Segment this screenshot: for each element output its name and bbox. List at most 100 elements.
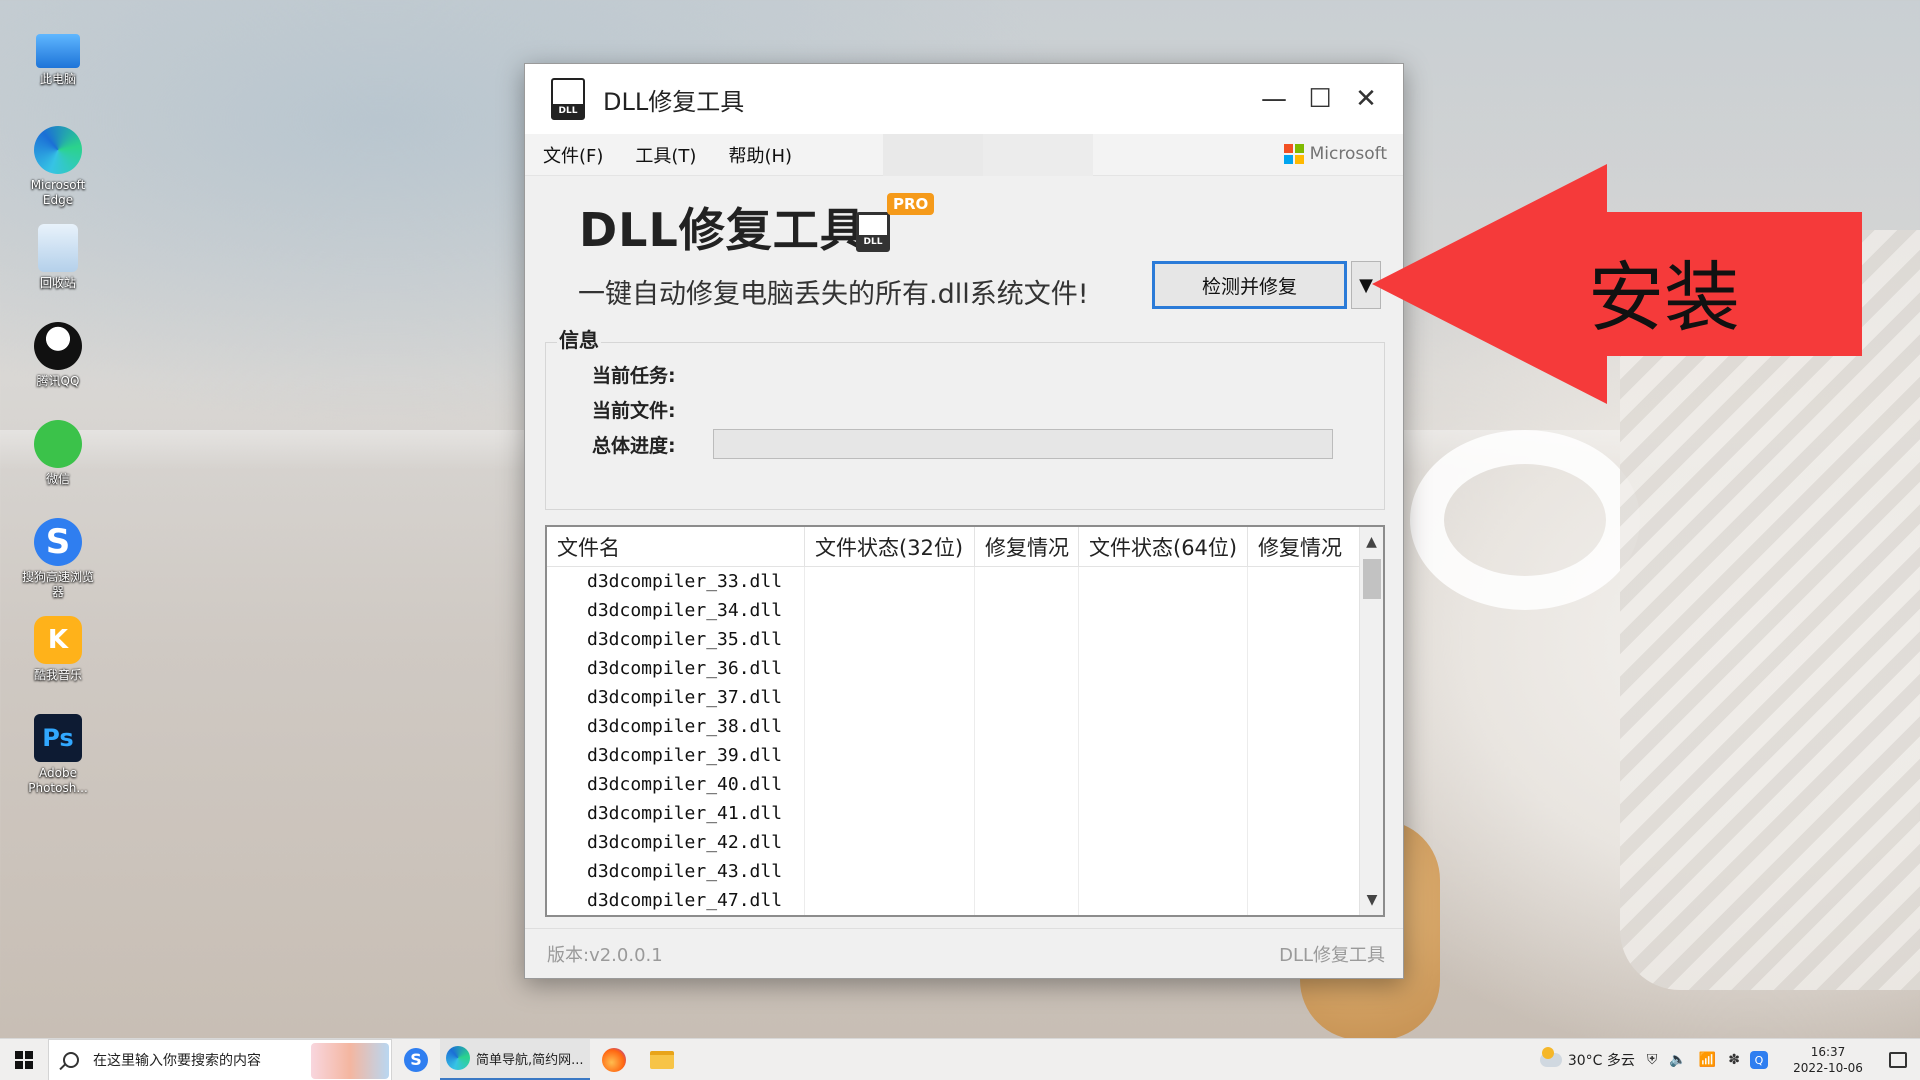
hero-icon-tag: DLL [859, 235, 887, 249]
current-file-label: 当前文件: [592, 400, 676, 422]
table-row[interactable]: d3dcompiler_43.dll [547, 857, 1361, 886]
taskbar-file-explorer[interactable] [638, 1039, 686, 1080]
table-cell [975, 799, 1079, 828]
menu-help[interactable]: 帮助(H) [728, 142, 792, 168]
security-shield-icon[interactable]: ⛨ [1647, 1052, 1658, 1068]
table-row[interactable]: d3dcompiler_35.dll [547, 625, 1361, 654]
notification-center-button[interactable] [1876, 1039, 1920, 1080]
table-row[interactable]: d3dcompiler_38.dll [547, 712, 1361, 741]
computer-icon [36, 34, 80, 68]
dll-icon-tag: DLL [553, 104, 583, 118]
taskbar: 在这里输入你要搜索的内容 S 简单导航,简约网... 30°C 多云 ⛨ 🔈 📶… [0, 1038, 1920, 1080]
weather-text[interactable]: 30°C 多云 [1568, 1050, 1635, 1070]
table-row[interactable]: d3dcompiler_47.dll [547, 886, 1361, 915]
desktop-icon-qq[interactable]: 腾讯QQ [22, 322, 94, 418]
scroll-thumb[interactable] [1363, 559, 1381, 599]
table-cell [1248, 741, 1361, 770]
system-clock[interactable]: 16:37 2022-10-06 [1788, 1044, 1868, 1076]
microsoft-brand-text: Microsoft [1309, 144, 1387, 164]
weather-cloud-icon[interactable] [1539, 1047, 1562, 1067]
scroll-down-icon[interactable]: ▼ [1360, 885, 1383, 915]
microsoft-logo-icon [1283, 144, 1304, 164]
desktop-icon-recycle-bin[interactable]: 回收站 [22, 224, 94, 320]
desktop-icon-edge[interactable]: Microsoft Edge [22, 126, 94, 222]
table-row[interactable]: d3dcompiler_36.dll [547, 654, 1361, 683]
table-row[interactable]: d3dcompiler_39.dll [547, 741, 1361, 770]
table-row[interactable]: d3dcompiler_40.dll [547, 770, 1361, 799]
table-body: d3dcompiler_33.dll d3dcompiler_34.dll d3dc… [547, 567, 1361, 915]
edge-window-title: 简单导航,简约网... [476, 1052, 584, 1068]
search-placeholder: 在这里输入你要搜索的内容 [93, 1052, 261, 1069]
menu-file[interactable]: 文件(F) [543, 142, 603, 168]
overall-progress-bar [713, 429, 1333, 459]
qq-tray-icon[interactable]: Q [1750, 1051, 1768, 1069]
title-bar[interactable]: DLL DLL修复工具 — ☐ ✕ [525, 64, 1403, 134]
volume-icon[interactable]: 🔈 [1669, 1052, 1686, 1068]
recycle-bin-icon [38, 224, 78, 272]
taskbar-search[interactable]: 在这里输入你要搜索的内容 [48, 1038, 392, 1080]
network-icon[interactable]: 📶 [1699, 1052, 1716, 1068]
version-text: 版本:v2.0.0.1 [547, 944, 663, 966]
table-row[interactable]: d3dcompiler_37.dll [547, 683, 1361, 712]
wallpaper-cup [1410, 430, 1640, 610]
scan-and-repair-button[interactable]: 检测并修复 [1152, 261, 1347, 309]
dll-file-table[interactable]: 文件名 文件状态(32位) 修复情况 文件状态(64位) 修复情况 d3dcom… [545, 525, 1385, 917]
minimize-button[interactable]: — [1251, 76, 1297, 122]
desktop-icon-this-pc[interactable]: 此电脑 [22, 28, 94, 124]
taskbar-firefox[interactable] [590, 1039, 638, 1080]
column-header-repair-64[interactable]: 修复情况 [1248, 527, 1361, 567]
table-cell [1248, 712, 1361, 741]
table-cell [975, 683, 1079, 712]
window-controls: — ☐ ✕ [1251, 76, 1389, 122]
desktop-icon-wechat[interactable]: 微信 [22, 420, 94, 516]
firefox-icon [602, 1047, 626, 1072]
table-cell [1079, 654, 1248, 683]
start-button[interactable] [0, 1039, 48, 1080]
column-header-status-64[interactable]: 文件状态(64位) [1079, 527, 1248, 567]
table-cell [1079, 567, 1248, 596]
maximize-button[interactable]: ☐ [1297, 76, 1343, 122]
cell-filename: d3dcompiler_38.dll [547, 712, 805, 741]
table-cell [975, 741, 1079, 770]
cell-filename: d3dcompiler_36.dll [547, 654, 805, 683]
table-cell [1248, 886, 1361, 915]
table-row[interactable]: d3dcompiler_42.dll [547, 828, 1361, 857]
desktop-icon-sogou[interactable]: S 搜狗高速浏览器 [22, 518, 94, 614]
close-button[interactable]: ✕ [1343, 76, 1389, 122]
cell-filename: d3dcompiler_40.dll [547, 770, 805, 799]
kuwo-music-icon: K [34, 616, 82, 664]
table-scrollbar[interactable]: ▲ ▼ [1359, 527, 1383, 915]
input-method-icon[interactable]: ✽ [1728, 1052, 1740, 1068]
table-cell [805, 567, 975, 596]
hero-dll-icon: DLL [856, 212, 890, 252]
column-header-filename[interactable]: 文件名 [547, 527, 805, 567]
desktop-icon-photoshop[interactable]: Ps Adobe Photosh... [22, 714, 94, 810]
table-cell [1079, 712, 1248, 741]
taskbar-sogou[interactable]: S [392, 1039, 440, 1080]
scroll-up-icon[interactable]: ▲ [1360, 527, 1383, 557]
hero-subtitle: 一键自动修复电脑丢失的所有.dll系统文件! [578, 279, 1089, 310]
overall-progress-label: 总体进度: [592, 435, 676, 457]
taskbar-edge-window[interactable]: 简单导航,简约网... [440, 1038, 590, 1080]
table-cell [975, 654, 1079, 683]
table-row[interactable]: d3dcompiler_33.dll [547, 567, 1361, 596]
column-header-repair-32[interactable]: 修复情况 [975, 527, 1079, 567]
desktop-icon-kuwo[interactable]: K 酷我音乐 [22, 616, 94, 712]
table-cell [975, 857, 1079, 886]
window-title: DLL修复工具 [603, 87, 745, 116]
cell-filename: d3dcompiler_37.dll [547, 683, 805, 712]
cell-filename: d3dcompiler_34.dll [547, 596, 805, 625]
table-cell [975, 596, 1079, 625]
edge-icon [446, 1046, 470, 1070]
table-row[interactable]: d3dcompiler_41.dll [547, 799, 1361, 828]
sogou-browser-icon: S [34, 518, 82, 566]
table-cell [1079, 683, 1248, 712]
table-cell [1079, 770, 1248, 799]
dll-file-icon: DLL [551, 78, 585, 120]
notification-icon [1889, 1052, 1907, 1068]
column-header-status-32[interactable]: 文件状态(32位) [805, 527, 975, 567]
cell-filename: d3dcompiler_41.dll [547, 799, 805, 828]
menu-tools[interactable]: 工具(T) [635, 142, 696, 168]
table-cell [805, 741, 975, 770]
table-row[interactable]: d3dcompiler_34.dll [547, 596, 1361, 625]
